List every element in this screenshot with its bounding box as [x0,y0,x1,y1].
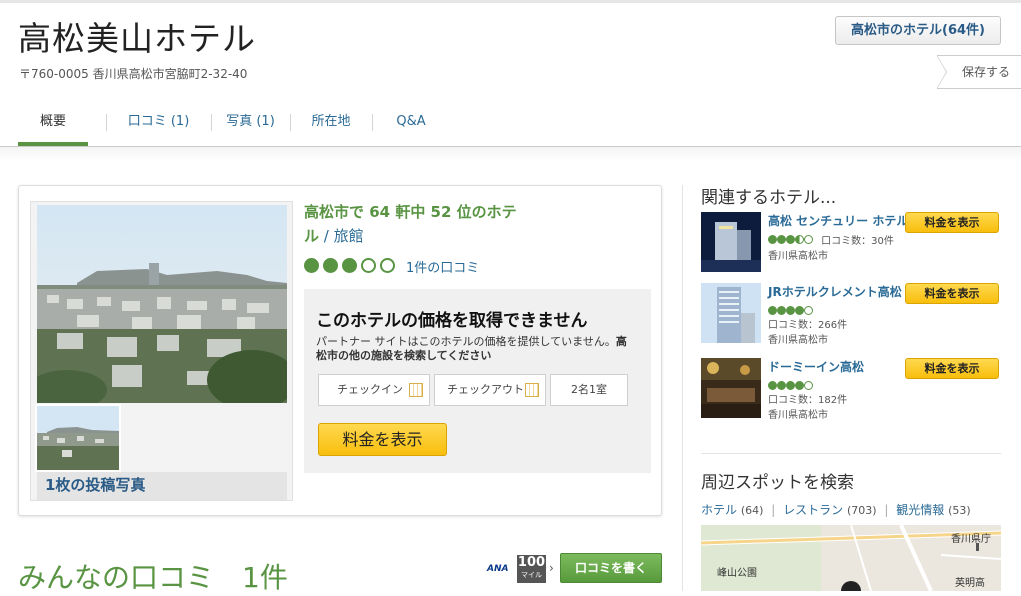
photo-gallery: 1枚の投稿写真 [30,201,293,501]
photo-count-link[interactable]: 1枚の投稿写真 [37,472,287,500]
ranking-text[interactable]: 高松市で 64 軒中 52 位のホテ [304,203,517,221]
rating-bubble-icon [768,235,777,244]
tab-overview[interactable]: 概要 [18,100,88,146]
tab-shadow [0,147,1021,161]
link-divider: | [884,503,889,517]
hotel-title: 高松美山ホテル [18,19,256,58]
related-hotel-location: 香川県高松市 [768,251,828,262]
ana-logo: ANA [487,564,509,574]
rating-bubble-icon [795,306,804,315]
calendar-icon [525,383,539,397]
rating-half-bubble-icon [795,235,804,244]
related-hotel-rating: 口コミ数：30件 [768,229,894,247]
related-review-count: 口コミ数：266件 [768,320,848,331]
hotel-type[interactable]: / 旅館 [319,227,364,245]
rating-bubble-icon [361,258,376,273]
hotel-ranking: 高松市で 64 軒中 52 位のホテ ル / 旅館 [304,200,536,248]
rating-bubble-icon [804,235,813,244]
price-box: このホテルの価格を取得できません パートナー サイトはこのホテルの価格を提供して… [304,289,651,473]
show-price-button[interactable]: 料金を表示 [318,423,447,456]
rating-bubble-icon [777,235,786,244]
related-hotel-name[interactable]: 高松 センチュリー ホテル [768,212,908,229]
checkout-label: チェックアウト [447,383,524,396]
tab-photos[interactable]: 写真 (1) [211,100,290,146]
overview-card: 1枚の投稿写真 高松市で 64 軒中 52 位のホテ ル / 旅館 1件の口コミ… [18,185,662,516]
related-hotel-photo[interactable] [701,283,761,343]
photo-thumbnail[interactable] [35,404,121,472]
city-hotels-button[interactable]: 高松市のホテル(64件) [835,16,1001,45]
rating-bubble-icon [804,381,813,390]
nearby-restaurants-link[interactable]: レストラン [783,503,843,517]
guests-field[interactable]: 2名1室 [550,374,628,406]
nearby-attractions-link[interactable]: 観光情報 [896,503,944,517]
rating-bubble-icon [323,258,338,273]
map-label: 峰山公園 [717,568,757,579]
nearby-restaurants-count: (703) [846,504,877,517]
related-show-price-button[interactable]: 料金を表示 [905,358,999,379]
related-hotel-item: 高松 センチュリー ホテル 口コミ数：30件 香川県高松市 料金を表示 [701,212,1001,272]
rating-bubble-icon [380,258,395,273]
price-unavailable-title: このホテルの価格を取得できません [316,311,588,331]
nearby-title: 周辺スポットを検索 [701,473,854,493]
related-hotels-title: 関連するホテル... [701,188,837,208]
section-divider [701,453,1001,454]
related-hotel-photo[interactable] [701,358,761,418]
price-unavailable-desc: パートナー サイトはこのホテルの価格を提供していません。高松市の他の施設を検索し… [316,335,636,363]
rating-bubble-icon [777,381,786,390]
rating-bubble-icon [795,381,804,390]
rating-bubble-icon [804,306,813,315]
checkout-field[interactable]: チェックアウト [434,374,546,406]
related-hotel-rating [768,375,813,390]
ana-miles-badge[interactable]: ANA 100 マイル › [487,555,559,583]
nearby-hotels-count: (64) [740,504,764,517]
miles-badge: 100 マイル [517,555,546,583]
rating-bubble-icon [342,258,357,273]
related-hotel-rating [768,300,813,315]
main-hotel-photo[interactable] [37,205,287,403]
related-show-price-button[interactable]: 料金を表示 [905,212,999,233]
tab-qa[interactable]: Q&A [372,100,450,146]
tab-reviews[interactable]: 口コミ (1) [106,100,211,146]
rating-bubble-icon [777,306,786,315]
checkin-field[interactable]: チェックイン [318,374,430,406]
related-hotel-item: JRホテルクレメント高松 口コミ数：266件 香川県高松市 料金を表示 [701,283,1001,346]
nearby-links: ホテル (64) | レストラン (703) | 観光情報 (53) [701,501,971,518]
hotel-address: 〒760-0005 香川県高松市宮脇町2-32-40 [19,67,248,81]
ranking-text-cont[interactable]: ル [304,227,319,245]
rating-bubble-icon [768,306,777,315]
related-show-price-button[interactable]: 料金を表示 [905,283,999,304]
checkin-label: チェックイン [337,383,403,396]
review-count-link[interactable]: 1件の口コミ [406,257,479,276]
related-hotel-location: 香川県高松市 [768,410,828,421]
related-hotel-item: ドーミーイン高松 口コミ数：182件 香川県高松市 料金を表示 [701,358,1001,421]
rating-bubble-icon [786,381,795,390]
rating-bubble-icon [768,381,777,390]
related-hotel-name[interactable]: JRホテルクレメント高松 [768,283,902,300]
chevron-right-icon: › [549,561,554,575]
related-hotel-photo[interactable] [701,212,761,272]
column-divider [682,185,683,591]
map-label: 英明高 [955,578,985,589]
related-review-count: 口コミ数：30件 [821,236,894,247]
save-button[interactable]: 保存する [937,55,1021,89]
location-map[interactable]: 峰山公園 香川県庁 英明高 [701,525,1001,591]
reviews-heading: みんなの口コミ 1件 [18,561,288,594]
related-hotel-name[interactable]: ドーミーイン高松 [768,358,864,375]
tab-location[interactable]: 所在地 [290,100,372,146]
calendar-icon [409,383,423,397]
related-hotel-location: 香川県高松市 [768,335,828,346]
link-divider: | [771,503,776,517]
related-review-count: 口コミ数：182件 [768,395,848,406]
nearby-hotels-link[interactable]: ホテル [701,503,737,517]
rating-bubble-icon [304,258,319,273]
miles-unit: マイル [521,571,542,579]
map-label: 香川県庁 [951,534,991,545]
top-border [0,0,1021,3]
write-review-button[interactable]: 口コミを書く [560,553,662,583]
nearby-attractions-count: (53) [948,504,971,517]
rating-bubble-icon [786,235,795,244]
rating-bubble-icon [786,306,795,315]
miles-value: 100 [517,555,546,570]
desc-text: パートナー サイトはこのホテルの価格を提供していません。 [316,335,616,348]
